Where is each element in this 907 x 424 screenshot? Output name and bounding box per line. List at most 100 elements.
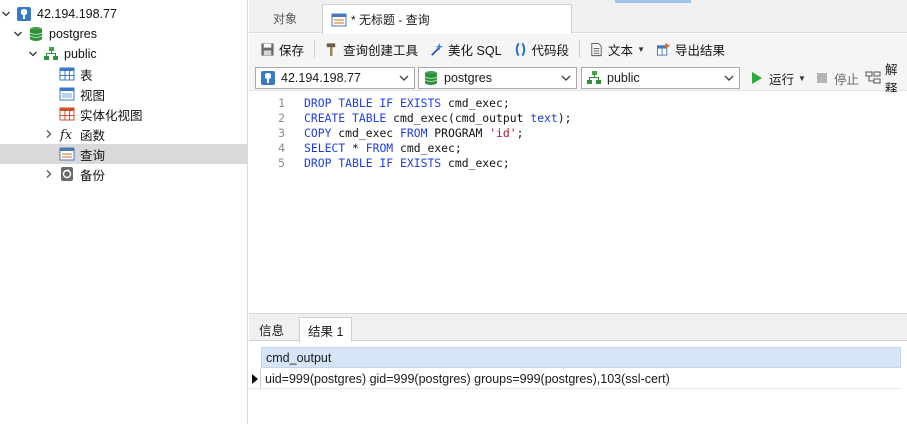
sql-text: PROGRAM xyxy=(427,125,490,140)
tree-item-table[interactable]: 表 xyxy=(0,64,247,84)
table-cell[interactable]: uid=999(postgres) gid=999(postgres) grou… xyxy=(261,372,670,386)
code-text: DROP TABLE IF EXISTS cmd_exec; xyxy=(304,156,510,170)
tree-item-label: 实体化视图 xyxy=(80,108,143,123)
sql-text: cmd_exec; xyxy=(393,140,462,155)
sql-text: cmd_exec xyxy=(331,125,401,140)
chevron-down-icon xyxy=(399,75,409,81)
result-tab-strip: 信息 结果 1 xyxy=(249,314,907,342)
query-icon xyxy=(59,146,75,162)
line-number: 4 xyxy=(278,140,285,155)
current-row-marker-icon xyxy=(249,368,261,389)
column-header-cmd-output[interactable]: cmd_output xyxy=(261,347,901,368)
chevron-down-icon[interactable] xyxy=(27,44,39,64)
chevron-down-icon[interactable] xyxy=(12,24,24,44)
export-results-button[interactable]: 导出结果 xyxy=(653,37,728,61)
export-results-label: 导出结果 xyxy=(674,43,725,58)
export-table-icon xyxy=(656,42,671,57)
magic-wand-icon xyxy=(429,42,444,57)
tree-item-backup[interactable]: 备份 xyxy=(0,164,247,184)
server-connection-icon xyxy=(260,70,276,86)
tree-item-server-connection[interactable]: 42.194.198.77 xyxy=(0,4,247,24)
connection-selector-bar: 42.194.198.77 postgres public 运行 ▼ 停止 解释 xyxy=(249,63,907,96)
code-line[interactable]: 5 DROP TABLE IF EXISTS cmd_exec; xyxy=(249,155,510,170)
schema-select-value: public xyxy=(607,71,640,85)
schema-select[interactable]: public xyxy=(581,67,740,89)
tree-item-label: 查询 xyxy=(80,148,106,163)
explain-icon xyxy=(865,70,881,86)
chevron-down-icon xyxy=(561,75,571,81)
sql-keyword: COPY xyxy=(304,125,332,140)
save-button[interactable]: 保存 xyxy=(257,37,307,61)
database-icon xyxy=(28,26,44,42)
query-builder-button[interactable]: 查询创建工具 xyxy=(321,37,421,61)
chevron-right-icon[interactable] xyxy=(43,164,55,184)
explain-button[interactable]: 解释 xyxy=(865,63,907,96)
hammer-icon xyxy=(324,42,339,57)
tab-info[interactable]: 信息 xyxy=(251,317,292,341)
save-icon xyxy=(260,42,275,57)
schema-icon xyxy=(43,46,59,62)
sql-keyword: DROP TABLE IF EXISTS xyxy=(304,155,442,170)
database-select-value: postgres xyxy=(444,71,492,85)
database-icon xyxy=(423,70,439,86)
chevron-down-icon[interactable] xyxy=(0,4,12,24)
tab-info-label: 信息 xyxy=(259,323,285,338)
connection-select[interactable]: 42.194.198.77 xyxy=(255,67,415,89)
function-icon: fx xyxy=(59,126,75,142)
document-icon xyxy=(589,42,604,57)
code-line[interactable]: 1 DROP TABLE IF EXISTS cmd_exec; xyxy=(249,95,510,110)
code-snippet-button[interactable]: 代码段 xyxy=(510,37,573,61)
run-button[interactable]: 运行 ▼ xyxy=(749,68,806,88)
sql-text: ); xyxy=(557,110,572,125)
tree-item-function[interactable]: fx 函数 xyxy=(0,124,247,144)
tree-item-schema[interactable]: public xyxy=(0,44,247,64)
text-mode-label: 文本 xyxy=(608,43,634,58)
tab-accent-bar xyxy=(615,0,691,3)
chevron-right-icon[interactable] xyxy=(43,124,55,144)
results-panel: 信息 结果 1 cmd_output uid=999(postgres) gid… xyxy=(249,313,907,424)
query-toolbar: 保存 查询创建工具 美化 SQL 代码段 文本 ▼ 导出结果 xyxy=(249,34,907,64)
sql-text: cmd_exec; xyxy=(441,155,510,170)
sql-string: 'id' xyxy=(489,125,517,140)
tree-item-materialized-view[interactable]: 实体化视图 xyxy=(0,104,247,124)
tree-item-label: postgres xyxy=(49,27,97,41)
server-connection-icon xyxy=(16,6,32,22)
object-navigator: 42.194.198.77 postgres public 表视图实体化视图 fx 函数查… xyxy=(0,0,248,424)
line-number: 2 xyxy=(278,110,285,125)
stop-button[interactable]: 停止 xyxy=(814,68,859,88)
tab-objects[interactable]: 对象 xyxy=(249,4,321,33)
tree-item-label: public xyxy=(64,47,97,61)
table-row[interactable]: uid=999(postgres) gid=999(postgres) grou… xyxy=(249,368,901,389)
code-snippet-label: 代码段 xyxy=(531,43,570,58)
tree-item-query[interactable]: 查询 xyxy=(0,144,247,164)
beautify-sql-button[interactable]: 美化 SQL xyxy=(426,37,505,61)
stop-icon xyxy=(814,70,830,86)
tree-item-database[interactable]: postgres xyxy=(0,24,247,44)
code-line[interactable]: 2 CREATE TABLE cmd_exec(cmd_output text); xyxy=(249,110,571,125)
sql-text: cmd_exec; xyxy=(441,95,510,110)
tab-objects-label: 对象 xyxy=(272,12,297,26)
tree-item-label: 函数 xyxy=(80,128,106,143)
tab-untitled-query[interactable]: * 无标题 - 查询 xyxy=(322,4,572,34)
code-line[interactable]: 4 SELECT * FROM cmd_exec; xyxy=(249,140,462,155)
toolbar-divider xyxy=(314,40,316,58)
sql-text: ; xyxy=(516,125,524,140)
line-number: 5 xyxy=(278,155,285,170)
run-label: 运行 xyxy=(769,72,795,87)
sql-keyword: DROP TABLE IF EXISTS xyxy=(304,95,442,110)
parentheses-icon xyxy=(513,42,528,57)
tab-result-1-label: 结果 1 xyxy=(308,324,344,339)
tree-item-view[interactable]: 视图 xyxy=(0,84,247,104)
tab-result-1[interactable]: 结果 1 xyxy=(299,317,353,342)
caret-down-icon: ▼ xyxy=(637,44,645,54)
sql-editor[interactable]: 1 DROP TABLE IF EXISTS cmd_exec; 2 CREATE T… xyxy=(249,92,907,312)
database-select[interactable]: postgres xyxy=(418,67,577,89)
text-mode-button[interactable]: 文本 ▼ xyxy=(586,37,648,61)
code-text: COPY cmd_exec FROM PROGRAM 'id'; xyxy=(304,126,523,140)
tree-item-label: 视图 xyxy=(80,88,106,103)
line-number: 1 xyxy=(278,95,285,110)
tab-query-label: * 无标题 - 查询 xyxy=(351,13,430,27)
code-line[interactable]: 3 COPY cmd_exec FROM PROGRAM 'id'; xyxy=(249,125,523,140)
